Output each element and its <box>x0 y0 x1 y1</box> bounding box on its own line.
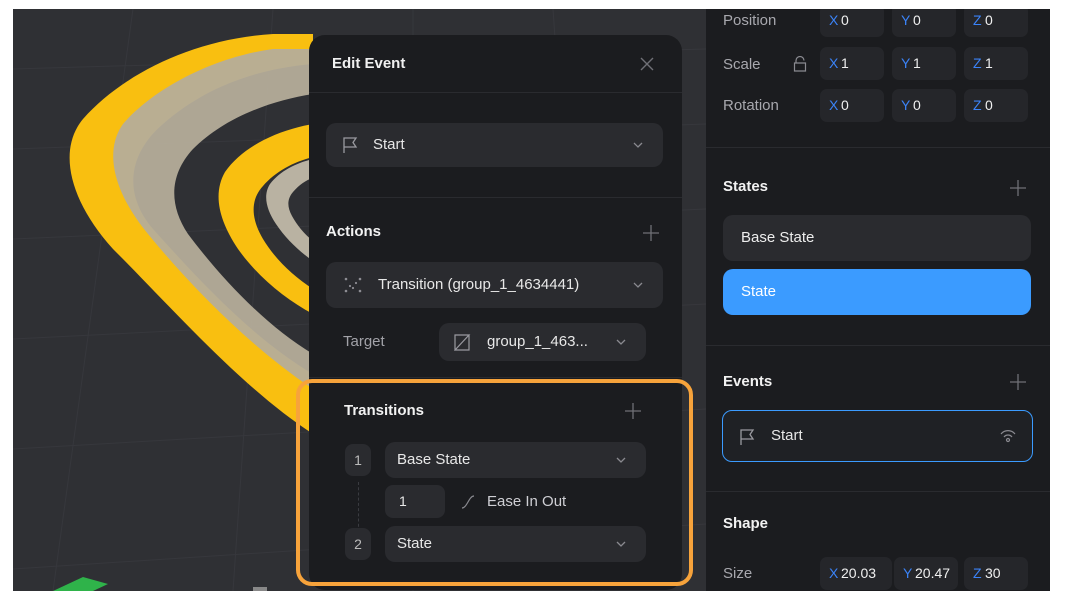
action-select[interactable]: Transition (group_1_4634441) <box>326 262 663 308</box>
rotation-x-field[interactable]: X0 <box>820 89 884 122</box>
axis-letter: X <box>829 565 839 581</box>
trigger-label: Start <box>373 136 405 153</box>
scale-label: Scale <box>723 56 761 73</box>
position-z-field[interactable]: Z0 <box>964 9 1028 37</box>
divider <box>309 377 682 378</box>
size-label: Size <box>723 565 753 582</box>
axis-value: 0 <box>985 12 993 28</box>
shape-icon <box>454 334 471 351</box>
axis-value: 0 <box>913 97 921 113</box>
chevron-down-icon <box>616 339 626 345</box>
size-x-field[interactable]: X 20.03 <box>820 557 892 590</box>
rotation-z-field[interactable]: Z0 <box>964 89 1028 122</box>
add-state-icon[interactable] <box>1009 179 1027 197</box>
rotation-label: Rotation <box>723 97 779 114</box>
axis-value: 0 <box>841 97 849 113</box>
flag-icon <box>343 137 358 153</box>
position-label: Position <box>723 12 777 29</box>
axis-letter: X <box>829 97 839 113</box>
state-item-selected[interactable]: State <box>723 269 1031 315</box>
axis-letter: Z <box>973 12 982 28</box>
add-event-icon[interactable] <box>1009 373 1027 391</box>
axis-letter: X <box>829 12 839 28</box>
axis-value: 0 <box>913 12 921 28</box>
events-title: Events <box>723 373 773 390</box>
rotation-y-field[interactable]: Y0 <box>892 89 956 122</box>
axis-letter: Z <box>973 55 982 71</box>
size-y-field[interactable]: Y 20.47 <box>894 557 958 590</box>
axis-letter: Y <box>901 12 911 28</box>
chevron-down-icon <box>633 142 643 148</box>
chevron-down-icon <box>633 282 643 288</box>
close-icon[interactable] <box>638 55 656 73</box>
axis-letter: Y <box>901 97 911 113</box>
scale-x-field[interactable]: X1 <box>820 47 884 80</box>
action-label: Transition (group_1_4634441) <box>378 276 580 293</box>
size-z-field[interactable]: Z 30 <box>964 557 1028 590</box>
axis-value: 0 <box>841 12 849 28</box>
edit-event-title: Edit Event <box>332 55 406 72</box>
state-item[interactable]: Base State <box>723 215 1031 261</box>
lock-icon[interactable] <box>793 56 807 72</box>
scale-z-field[interactable]: Z1 <box>964 47 1028 80</box>
transition-icon <box>344 277 362 293</box>
actions-title: Actions <box>326 223 382 240</box>
axis-value: 1 <box>985 55 993 71</box>
axis-letter: Y <box>903 565 913 581</box>
axis-letter: Z <box>973 97 982 113</box>
shape-title: Shape <box>723 515 769 532</box>
flag-icon <box>740 429 755 445</box>
edit-event-header: Edit Event <box>309 35 682 93</box>
add-action-icon[interactable] <box>642 224 660 242</box>
position-x-field[interactable]: X0 <box>820 9 884 37</box>
state-item-label: State <box>741 283 777 300</box>
target-value: group_1_463... <box>487 333 588 350</box>
target-label: Target <box>343 333 385 350</box>
transitions-highlight <box>296 379 693 586</box>
axis-letter: X <box>829 55 839 71</box>
states-title: States <box>723 178 769 195</box>
event-item[interactable]: Start <box>722 410 1033 462</box>
divider <box>706 491 1050 492</box>
divider <box>706 147 1050 148</box>
axis-value: 1 <box>841 55 849 71</box>
axis-letter: Y <box>901 55 911 71</box>
scale-y-field[interactable]: Y1 <box>892 47 956 80</box>
divider <box>706 345 1050 346</box>
axis-value: 0 <box>985 97 993 113</box>
axis-value: 20.03 <box>841 565 877 581</box>
trigger-icon[interactable] <box>1000 429 1016 443</box>
axis-value: 1 <box>913 55 921 71</box>
state-item-label: Base State <box>741 229 815 246</box>
divider <box>309 197 682 198</box>
axis-letter: Z <box>973 565 982 581</box>
trigger-select[interactable]: Start <box>326 123 663 167</box>
axis-value: 20.47 <box>915 565 951 581</box>
axis-value: 30 <box>985 565 1001 581</box>
event-item-label: Start <box>771 427 803 444</box>
position-y-field[interactable]: Y0 <box>892 9 956 37</box>
properties-panel: Position X0 Y0 Z0 Scale X1 Y1 Z1 Rotatio… <box>706 9 1050 591</box>
target-select[interactable]: group_1_463... <box>439 323 646 361</box>
